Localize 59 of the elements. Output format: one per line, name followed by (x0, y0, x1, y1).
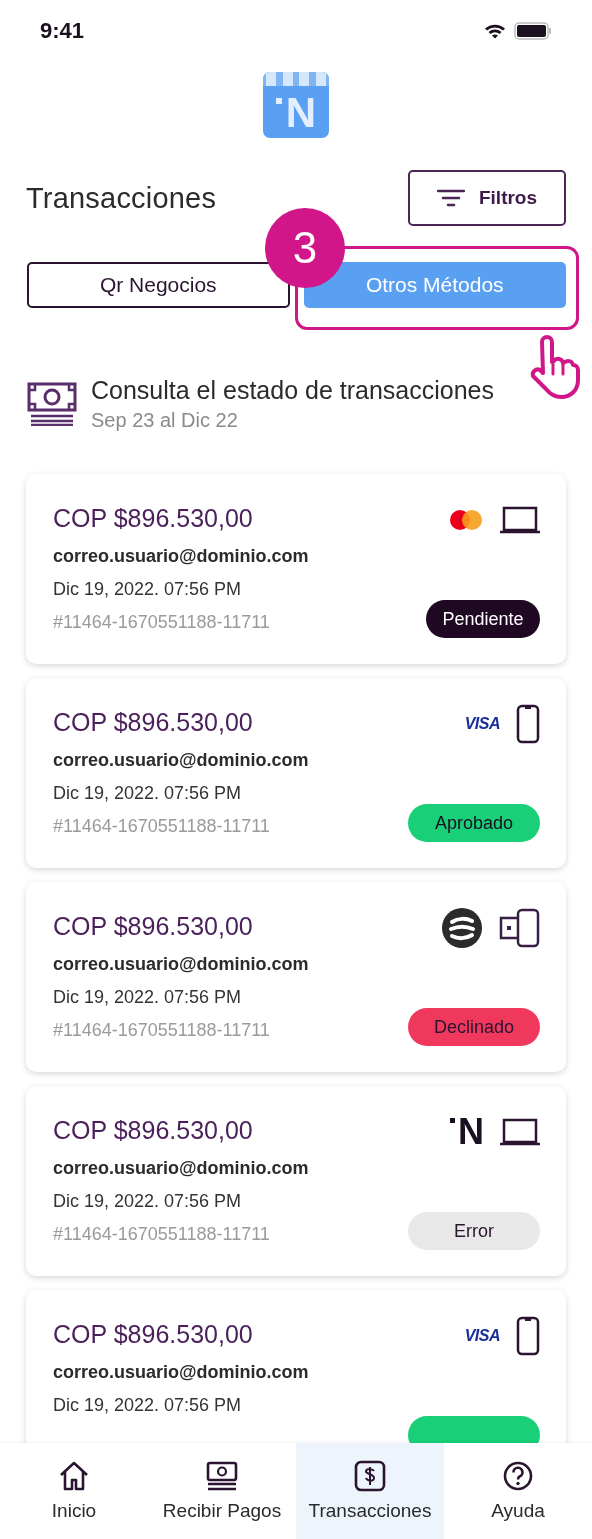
status-badge: Aprobado (408, 804, 540, 842)
card-logo-icon (448, 509, 484, 531)
cash-icon (206, 1460, 238, 1492)
cash-icon (27, 382, 77, 426)
email: correo.usuario@dominio.com (53, 749, 309, 772)
home-icon (58, 1460, 90, 1492)
visa-logo: VISA (464, 715, 500, 733)
transaction-card[interactable]: COP $896.530,00 correo.usuario@dominio.com Dic 19, 2022. 07:56 PM VISA (26, 1290, 566, 1443)
laptop-icon (500, 506, 540, 534)
help-icon (502, 1460, 534, 1492)
dollar-icon (354, 1460, 386, 1492)
transaction-card[interactable]: COP $896.530,00 correo.usuario@dominio.com Dic 19, 2022. 07:56 PM #11464-1670551188-11711 N Error (26, 1086, 566, 1276)
amount: COP $896.530,00 (53, 1319, 254, 1350)
status-badge: Pendiente (426, 600, 540, 638)
status-time: 9:41 (40, 18, 85, 44)
reference-number: #11464-1670551188-11711 (53, 611, 271, 634)
card-reader-icon (498, 908, 540, 948)
reference-number: #11464-1670551188-11711 (53, 815, 271, 838)
nav-item[interactable]: Ayuda (444, 1443, 592, 1539)
laptop-icon (500, 1118, 540, 1146)
date: Dic 19, 2022. 07:56 PM (53, 1190, 243, 1213)
transaction-card[interactable]: COP $896.530,00 correo.usuario@dominio.com Dic 19, 2022. 07:56 PM #11464-1670551188-11711 VISA Aprobado (26, 678, 566, 868)
battery-icon (514, 22, 552, 40)
date: Dic 19, 2022. 07:56 PM (53, 986, 243, 1009)
status-badge: Error (408, 1212, 540, 1250)
reference-number: #11464-1670551188-11711 (53, 1223, 271, 1246)
amount: COP $896.530,00 (53, 707, 254, 738)
status-badge: Declinado (408, 1008, 540, 1046)
phone-icon (516, 1316, 540, 1356)
step-badge: 3 (265, 208, 345, 288)
brand-logo: N (450, 1114, 484, 1150)
email: correo.usuario@dominio.com (53, 545, 309, 568)
wallet-logo-icon (442, 908, 482, 948)
amount: COP $896.530,00 (53, 503, 254, 534)
visa-logo: VISA (464, 1327, 500, 1345)
filter-icon (436, 188, 465, 208)
nav-item[interactable]: Transacciones (296, 1443, 444, 1539)
wifi-icon (484, 23, 506, 39)
phone-icon (516, 704, 540, 744)
amount: COP $896.530,00 (53, 1115, 254, 1146)
date-range: Sep 23 al Dic 22 (91, 409, 239, 432)
summary-title: Consulta el estado de transacciones (91, 376, 495, 405)
date: Dic 19, 2022. 07:56 PM (53, 578, 243, 601)
date: Dic 19, 2022. 07:56 PM (53, 1394, 243, 1417)
reference-number: #11464-1670551188-11711 (53, 1019, 271, 1042)
email: correo.usuario@dominio.com (53, 1361, 309, 1384)
transaction-card[interactable]: COP $896.530,00 correo.usuario@dominio.com Dic 19, 2022. 07:56 PM #11464-1670551188-11711 Pendiente (26, 474, 566, 664)
hand-pointer-icon (528, 334, 580, 400)
nav-item[interactable]: Recibir Pagos (148, 1443, 296, 1539)
date: Dic 19, 2022. 07:56 PM (53, 782, 243, 805)
page-title: Transacciones (26, 181, 217, 215)
email: correo.usuario@dominio.com (53, 1157, 309, 1180)
filter-button[interactable]: Filtros (408, 170, 566, 226)
email: correo.usuario@dominio.com (53, 953, 309, 976)
tab[interactable]: Qr Negocios (27, 262, 290, 308)
app-logo: N (263, 72, 329, 138)
transaction-card[interactable]: COP $896.530,00 correo.usuario@dominio.com Dic 19, 2022. 07:56 PM #11464-1670551188-11711 Declinado (26, 882, 566, 1072)
amount: COP $896.530,00 (53, 911, 254, 942)
nav-item[interactable]: Inicio (0, 1443, 148, 1539)
